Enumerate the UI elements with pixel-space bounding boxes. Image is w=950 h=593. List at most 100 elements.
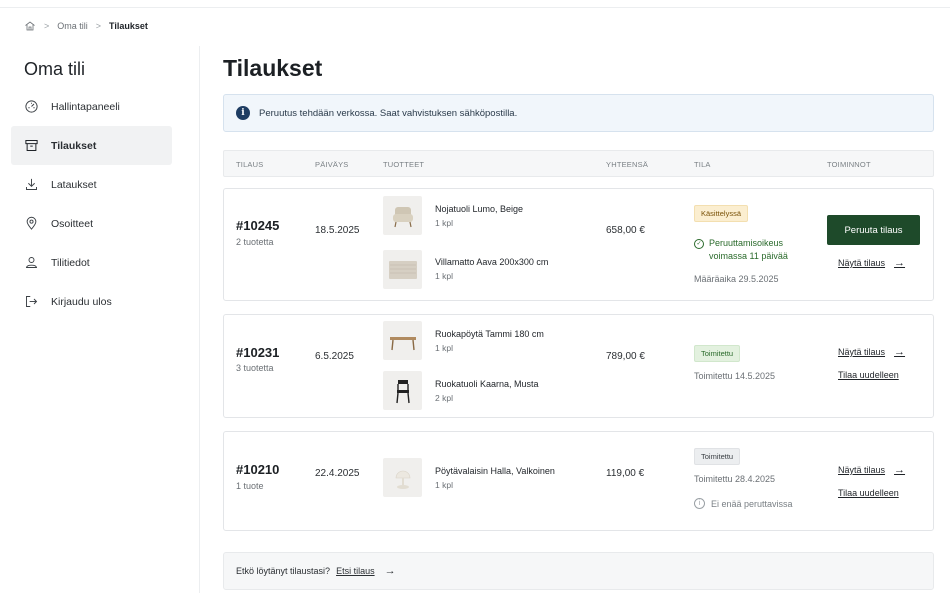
product-name[interactable]: Ruokapöytä Tammi 180 cm [435,329,544,339]
cancellation-right-text: Peruuttamisoikeus voimassa 11 päivää [709,237,788,263]
order-row: #10210 1 tuote 22.4.2025 Pöytävalaisin H… [223,431,934,531]
sidebar-nav: Hallintapaneeli Tilaukset Lataukset Osoi… [11,87,172,321]
armchair-icon [392,206,413,227]
view-order-label: Näytä tilaus [838,465,886,475]
note-line: voimassa 11 päivää [709,251,788,261]
column-header-total: YHTEENSÄ [606,160,649,169]
check-circle-icon: ✓ [694,239,704,249]
view-order-label: Näytä tilaus [838,258,886,268]
breadcrumb-separator: > [95,21,102,31]
sidebar-item-dashboard[interactable]: Hallintapaneeli [11,87,172,126]
order-item-count: 2 tuotetta [236,237,274,247]
sidebar-item-label: Tilitiedot [51,256,90,269]
sidebar-item-logout[interactable]: Kirjaudu ulos [11,282,172,321]
cancellation-right-note: ✓ Peruuttamisoikeus voimassa 11 päivää [694,237,788,263]
sidebar-item-account-details[interactable]: Tilitiedot [11,243,172,282]
product-quantity: 1 kpl [435,271,453,281]
chair-icon [395,379,410,403]
product-name[interactable]: Nojatuoli Lumo, Beige [435,204,523,214]
status-badge: Toimitettu [694,448,741,465]
sidebar-item-addresses[interactable]: Osoitteet [11,204,172,243]
breadcrumb-link-account[interactable]: Oma tili [57,21,88,31]
order-number[interactable]: #10231 [236,345,279,360]
product-quantity: 1 kpl [435,343,453,353]
reorder-link[interactable]: Tilaa uudelleen [838,370,899,380]
lamp-icon [395,470,410,489]
column-header-date: PÄIVÄYS [315,160,349,169]
home-icon[interactable] [24,20,36,32]
sidebar-item-orders[interactable]: Tilaukset [11,126,172,165]
order-item-count: 1 tuote [236,481,264,491]
info-icon: i [236,106,250,120]
breadcrumb: > Oma tili > Tilaukset [24,20,148,32]
orders-page: Tilaukset i Peruutus tehdään verkossa. S… [223,46,934,590]
cancel-order-button[interactable]: Peruuta tilaus [827,215,920,245]
product-thumbnail[interactable] [383,321,422,360]
order-row: #10245 2 tuotetta 18.5.2025 Nojatuoli Lu… [223,188,934,301]
product-quantity: 2 kpl [435,393,453,403]
breadcrumb-separator: > [44,21,50,31]
delivery-date: Toimitettu 28.4.2025 [694,474,776,484]
arrow-right-icon: → [894,257,906,269]
order-number[interactable]: #10210 [236,462,279,477]
order-row: #10231 3 tuotetta 6.5.2025 Ruokapöytä Ta… [223,314,934,418]
view-order-link[interactable]: Näytä tilaus → [838,257,905,269]
table-icon [389,336,416,350]
view-order-link[interactable]: Näytä tilaus → [838,346,905,358]
notice-text: Peruutus tehdään verkossa. Saat vahvistu… [259,107,518,119]
sidebar-item-label: Kirjaudu ulos [51,295,112,308]
product-thumbnail[interactable] [383,458,422,497]
column-header-status: TILA [694,160,711,169]
product-name[interactable]: Pöytävalaisin Halla, Valkoinen [435,466,555,476]
column-header-order: TILAUS [236,160,264,169]
page-title: Tilaukset [223,55,323,81]
info-circle-icon: i [694,498,705,509]
product-thumbnail[interactable] [383,371,422,410]
order-date: 6.5.2025 [315,351,354,362]
arrow-right-icon[interactable]: → [385,565,396,577]
order-total: 789,00 € [606,351,645,362]
order-item-count: 3 tuotetta [236,363,274,373]
sidebar-item-label: Osoitteet [51,217,94,230]
sidebar-item-label: Tilaukset [51,139,97,152]
not-cancellable-note: i Ei enää peruttavissa [694,498,793,509]
download-icon [26,178,37,190]
find-order-text: Etkö löytänyt tilaustasi? [236,566,331,576]
breadcrumb-current: Tilaukset [109,21,148,31]
product-name[interactable]: Villamatto Aava 200x300 cm [435,257,548,267]
sidebar-title: Oma tili [24,59,86,79]
find-order-box: Etkö löytänyt tilaustasi? Etsi tilaus → [223,552,934,590]
column-header-actions: TOIMINNOT [827,160,871,169]
user-icon [25,257,38,268]
product-thumbnail[interactable] [383,196,422,235]
order-number[interactable]: #10245 [236,218,279,233]
info-notice: i Peruutus tehdään verkossa. Saat vahvis… [223,94,934,132]
sidebar-item-label: Lataukset [51,178,97,191]
order-total: 119,00 € [606,468,645,479]
top-border [0,0,950,8]
order-total: 658,00 € [606,225,645,236]
find-order-link[interactable]: Etsi tilaus [336,566,375,576]
delivery-date: Toimitettu 14.5.2025 [694,371,776,381]
product-thumbnail[interactable] [383,250,422,289]
arrow-right-icon: → [894,464,906,476]
status-badge: Toimitettu [694,345,741,362]
logout-icon [26,296,38,307]
note-line: Peruuttamisoikeus [709,238,784,248]
sidebar-item-downloads[interactable]: Lataukset [11,165,172,204]
view-order-link[interactable]: Näytä tilaus → [838,464,905,476]
reorder-link[interactable]: Tilaa uudelleen [838,488,899,498]
order-date: 22.4.2025 [315,468,360,479]
product-name[interactable]: Ruokatuoli Kaarna, Musta [435,379,539,389]
location-pin-icon [26,216,37,230]
product-quantity: 1 kpl [435,480,453,490]
order-date: 18.5.2025 [315,225,360,236]
status-badge: Käsittelyssä [694,205,749,222]
rug-icon [388,260,417,279]
sidebar-item-label: Hallintapaneeli [51,100,120,113]
view-order-label: Näytä tilaus [838,347,886,357]
column-header-products: TUOTTEET [383,160,425,169]
sidebar: Oma tili Hallintapaneeli Tilaukset Latau… [0,46,200,593]
not-cancellable-text: Ei enää peruttavissa [711,498,793,509]
product-quantity: 1 kpl [435,218,453,228]
